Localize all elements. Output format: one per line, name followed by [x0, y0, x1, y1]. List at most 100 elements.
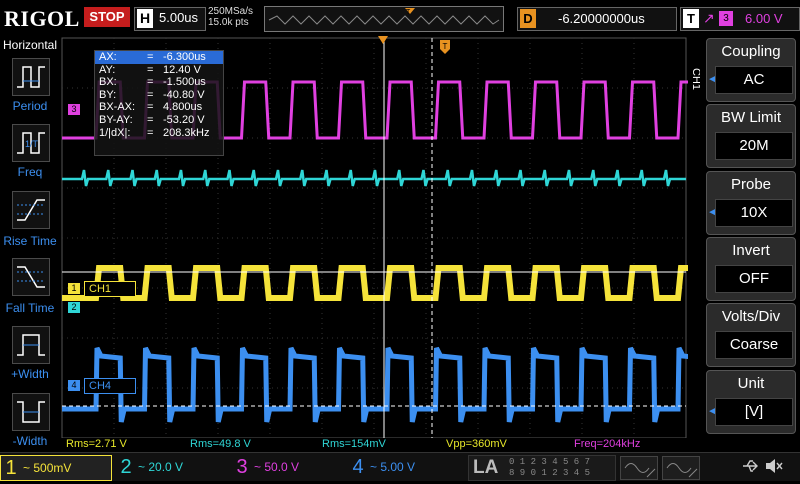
- delay-box[interactable]: D -6.20000000us: [517, 7, 677, 31]
- ch4-trace: [62, 346, 709, 423]
- fall-time-icon: [17, 266, 45, 288]
- volts-div-value: Coarse: [715, 331, 793, 359]
- memory-depth: 15.0k pts: [208, 17, 249, 28]
- sine-wave-icon: [666, 463, 698, 478]
- fall-time-button[interactable]: [12, 258, 50, 296]
- delay-value: -6.20000000us: [558, 11, 645, 26]
- rise-time-icon: [17, 199, 45, 221]
- timebase-value: 5.00us: [159, 10, 199, 25]
- ch2-offset-marker[interactable]: 2: [68, 302, 80, 313]
- period-icon: [17, 66, 45, 88]
- period-label: Period: [12, 99, 48, 113]
- invert-softkey[interactable]: Invert OFF: [706, 237, 796, 301]
- sample-rate: 250MSa/s: [208, 6, 254, 17]
- rise-time-label: Rise Time: [3, 234, 57, 248]
- ch1-offset-marker[interactable]: 1: [68, 283, 80, 294]
- ch4-scale: ~ 5.00 V: [370, 460, 416, 474]
- coupling-value: AC: [715, 66, 793, 94]
- delay-label: D: [520, 9, 536, 28]
- ch2-number: 2: [120, 456, 132, 478]
- ch4-status[interactable]: 4 ~ 5.00 V: [348, 455, 460, 479]
- sound-muted-icon[interactable]: [764, 457, 784, 480]
- cursor-row[interactable]: AX: = -6.300us: [95, 51, 223, 64]
- logic-analyzer-status[interactable]: LA 0 1 2 3 4 5 6 7 8 9 0 1 2 3 4 5: [468, 455, 616, 481]
- timebase-box[interactable]: H 5.00us: [134, 7, 206, 31]
- coupling-softkey[interactable]: Coupling ◀ AC: [706, 38, 796, 102]
- la-digits-row2: 8 9 0 1 2 3 4 5: [509, 468, 591, 478]
- period-button[interactable]: [12, 58, 50, 96]
- fall-time-label: Fall Time: [5, 301, 55, 315]
- measurement-item[interactable]: Rms=2.71 V: [66, 438, 127, 450]
- memory-overview-waveform-icon: T: [268, 8, 500, 25]
- coupling-title: Coupling: [721, 43, 781, 60]
- cursor-row: AY: = 12.40 V: [99, 63, 201, 76]
- la-digits-row1: 0 1 2 3 4 5 6 7: [509, 457, 591, 467]
- left-menu-title: Horizontal: [2, 38, 58, 52]
- ch1-scale: ~ 500mV: [23, 461, 72, 475]
- trigger-label: T: [683, 9, 699, 28]
- memory-overview[interactable]: T: [264, 6, 504, 32]
- run-stop-badge[interactable]: STOP: [84, 7, 130, 27]
- bw-limit-title: BW Limit: [721, 109, 781, 126]
- generator-2-button[interactable]: [662, 456, 700, 480]
- measurement-bar: Rms=2.71 V Rms=49.8 V Rms=154mV Vpp=360m…: [60, 438, 700, 450]
- svg-text:T: T: [406, 9, 411, 16]
- probe-value: 10X: [715, 199, 793, 227]
- trigger-level: 6.00 V: [745, 11, 783, 26]
- freq-button[interactable]: 1/T: [12, 124, 50, 162]
- freq-label: Freq: [17, 165, 43, 179]
- probe-softkey[interactable]: Probe ◀ 10X: [706, 171, 796, 235]
- timebase-label: H: [137, 9, 153, 28]
- volts-div-softkey[interactable]: Volts/Div Coarse: [706, 303, 796, 367]
- ch2-status[interactable]: 2 ~ 20.0 V: [116, 455, 226, 479]
- freq-icon: 1/T: [17, 132, 45, 154]
- right-menu: Coupling ◀ AC BW Limit 20M Probe ◀ 10X I…: [700, 36, 800, 456]
- ch2-scale: ~ 20.0 V: [138, 460, 184, 474]
- top-status-bar: RIGOL STOP H 5.00us 250MSa/s 15.0k pts T…: [0, 0, 800, 36]
- generator-1-button[interactable]: [620, 456, 658, 480]
- ch1-status[interactable]: 1 ~ 500mV: [0, 455, 112, 481]
- cursor-row: BY-AY: = -53.20 V: [99, 113, 205, 126]
- la-label: LA: [473, 457, 499, 478]
- cursor-row: BX-AX: = 4.800us: [99, 101, 203, 114]
- svg-text:T: T: [443, 42, 448, 51]
- brand-text: RIGOL: [4, 6, 80, 31]
- cursor-row: BY: = -40.80 V: [99, 88, 205, 101]
- ch1-number: 1: [5, 457, 17, 479]
- cursor-row: BX: = -1.500us: [99, 76, 206, 89]
- positive-width-label: +Width: [11, 367, 49, 381]
- cursor-readout-table: AX: = -6.300us AY: = 12.40 V BX: = -1.500us BY…: [94, 50, 224, 156]
- measurement-item[interactable]: Freq=204kHz: [574, 438, 640, 450]
- ch4-offset-marker[interactable]: 4: [68, 380, 80, 391]
- positive-width-button[interactable]: [12, 326, 50, 364]
- ch3-scale: ~ 50.0 V: [254, 460, 300, 474]
- negative-width-button[interactable]: [12, 393, 50, 431]
- bw-limit-softkey[interactable]: BW Limit 20M: [706, 104, 796, 168]
- trigger-box[interactable]: T ↗ 3 6.00 V: [680, 7, 800, 31]
- sine-wave-icon: [624, 463, 656, 478]
- positive-width-icon: [17, 334, 45, 356]
- volts-div-title: Volts/Div: [721, 308, 781, 325]
- left-menu: Horizontal Period 1/T Freq Rise Time Fal…: [0, 36, 60, 456]
- svg-text:1/T: 1/T: [25, 139, 39, 149]
- channel-bar: 1 ~ 500mV 2 ~ 20.0 V 3 ~ 50.0 V 4 ~ 5.00…: [0, 452, 800, 481]
- negative-width-icon: [17, 401, 45, 423]
- unit-value: [V]: [715, 398, 793, 426]
- negative-width-label: -Width: [12, 434, 48, 448]
- cursor-a-marker-icon[interactable]: [378, 36, 390, 46]
- unit-softkey[interactable]: Unit ◀ [V]: [706, 370, 796, 434]
- measurement-item[interactable]: Vpp=360mV: [446, 438, 507, 450]
- ch3-offset-marker[interactable]: 3: [68, 104, 80, 115]
- bw-limit-value: 20M: [715, 132, 793, 160]
- trigger-source: 3: [719, 11, 733, 26]
- rise-time-button[interactable]: [12, 191, 50, 229]
- rigol-logo: RIGOL: [4, 6, 80, 32]
- invert-title: Invert: [732, 242, 770, 259]
- measurement-item[interactable]: Rms=154mV: [322, 438, 386, 450]
- measurement-item[interactable]: Rms=49.8 V: [190, 438, 251, 450]
- usb-icon: [740, 457, 760, 480]
- cursor-row: 1/|dX|: = 208.3kHz: [99, 126, 210, 139]
- probe-title: Probe: [730, 176, 772, 193]
- trigger-position-marker-icon[interactable]: T: [440, 40, 452, 56]
- ch3-status[interactable]: 3 ~ 50.0 V: [232, 455, 342, 479]
